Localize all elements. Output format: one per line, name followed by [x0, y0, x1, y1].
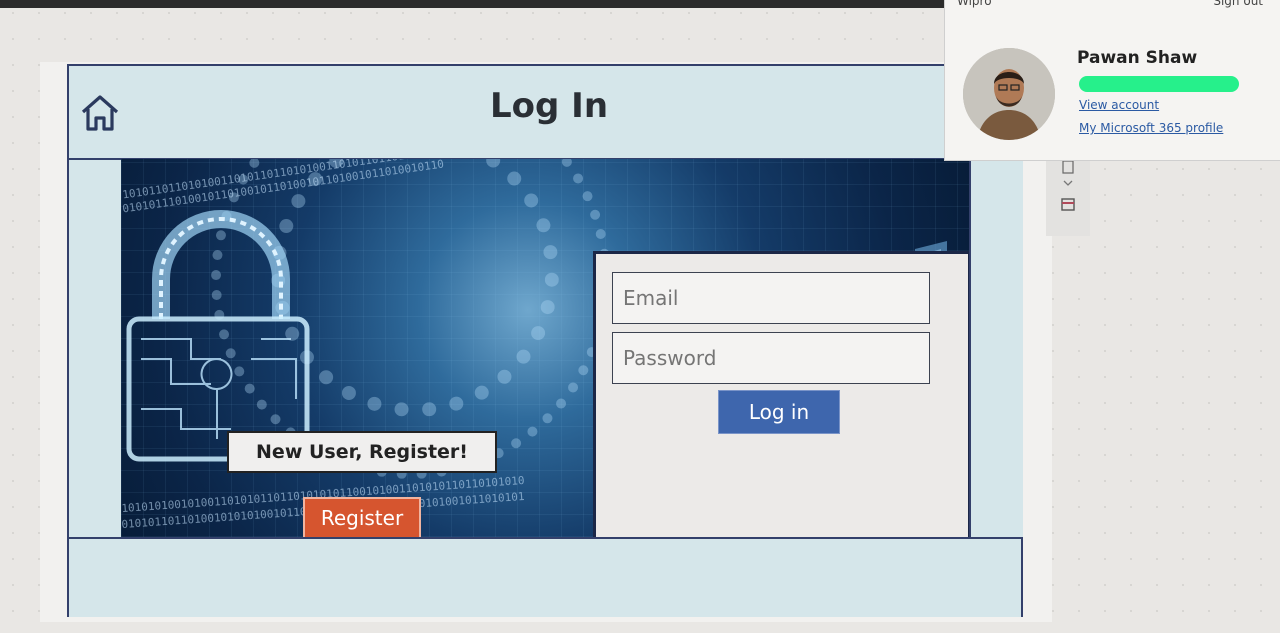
- calendar-icon[interactable]: [1060, 196, 1076, 212]
- org-name: Wipro: [957, 0, 992, 8]
- security-hero-image: 1010110110101001101011011010100110101101…: [121, 159, 969, 537]
- account-user-name: Pawan Shaw: [1077, 48, 1198, 68]
- microsoft-365-profile-link[interactable]: My Microsoft 365 profile: [1079, 121, 1223, 135]
- register-prompt: New User, Register!: [227, 431, 497, 473]
- sign-out-link[interactable]: Sign out: [1213, 0, 1263, 8]
- document-icon[interactable]: [1061, 160, 1075, 174]
- redacted-email: [1079, 76, 1239, 92]
- view-account-link[interactable]: View account: [1079, 98, 1159, 112]
- email-field[interactable]: [612, 272, 930, 324]
- footer: [69, 537, 1021, 617]
- home-button[interactable]: [79, 92, 121, 134]
- right-margin-strip: [969, 159, 1023, 537]
- login-button[interactable]: Log in: [718, 390, 840, 434]
- login-form: Log in: [593, 251, 969, 537]
- circuit-padlock-graphic: [126, 210, 310, 462]
- chevron-down-icon[interactable]: [1062, 178, 1074, 188]
- login-screen: Log In 101011011010100110101101101010011…: [67, 64, 1023, 617]
- avatar: [963, 48, 1055, 140]
- register-button[interactable]: Register: [303, 497, 421, 537]
- user-photo: [963, 48, 1055, 140]
- header: Log In: [69, 66, 1021, 160]
- home-icon: [81, 95, 119, 131]
- account-flyout: Wipro Sign out Pawan Shaw View account M…: [944, 0, 1280, 161]
- page-title: Log In: [489, 86, 609, 126]
- password-field[interactable]: [612, 332, 930, 384]
- side-toolbar: [1046, 150, 1090, 236]
